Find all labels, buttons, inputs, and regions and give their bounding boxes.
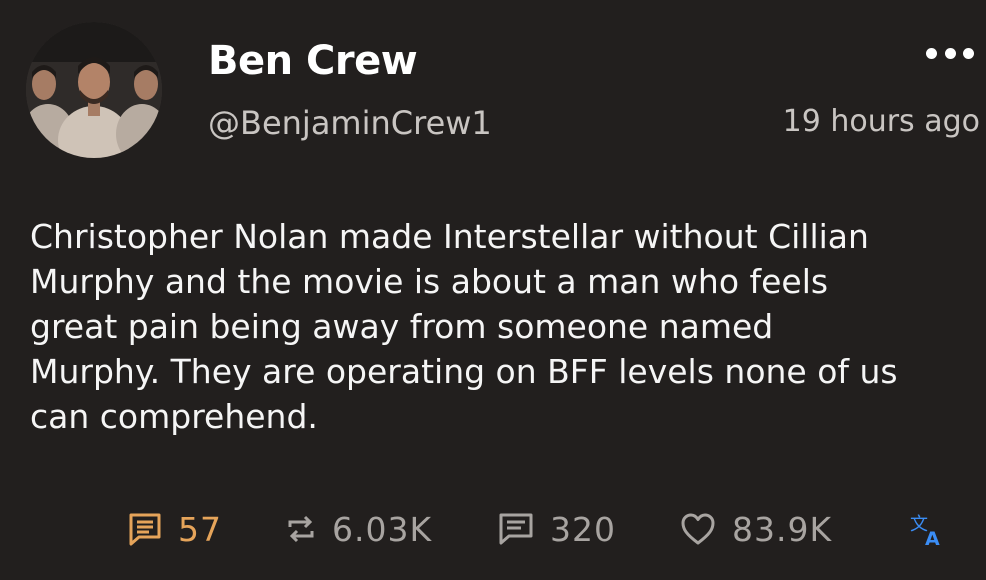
- translate-button[interactable]: 文 A: [908, 504, 946, 554]
- author-name[interactable]: Ben Crew: [208, 38, 418, 84]
- more-dot: [926, 47, 937, 59]
- author-handle[interactable]: @BenjaminCrew1: [208, 104, 492, 142]
- repost-count: 6.03K: [332, 509, 433, 549]
- svg-text:A: A: [925, 528, 940, 548]
- avatar-photo: [26, 22, 162, 158]
- more-dot: [963, 47, 974, 59]
- comment-count: 320: [550, 509, 616, 549]
- like-count: 83.9K: [732, 509, 833, 549]
- post-body: Christopher Nolan made Interstellar with…: [30, 217, 898, 436]
- post-timestamp: 19 hours ago: [782, 104, 980, 139]
- repost-icon: [286, 512, 316, 546]
- more-horizontal-icon[interactable]: [926, 38, 974, 68]
- comment-icon: [498, 512, 534, 546]
- reply-icon: [128, 512, 162, 546]
- post-actions: 57 6.03K 320 83.9K 文 A: [0, 504, 986, 554]
- comment-button[interactable]: 320: [498, 504, 616, 554]
- avatar[interactable]: [26, 22, 162, 158]
- more-dot: [944, 47, 956, 59]
- heart-icon: [680, 512, 716, 546]
- like-button[interactable]: 83.9K: [680, 504, 832, 554]
- reply-button[interactable]: 57: [128, 504, 222, 554]
- translate-icon: 文 A: [908, 510, 946, 548]
- reply-count: 57: [178, 509, 222, 549]
- repost-button[interactable]: 6.03K: [286, 504, 432, 554]
